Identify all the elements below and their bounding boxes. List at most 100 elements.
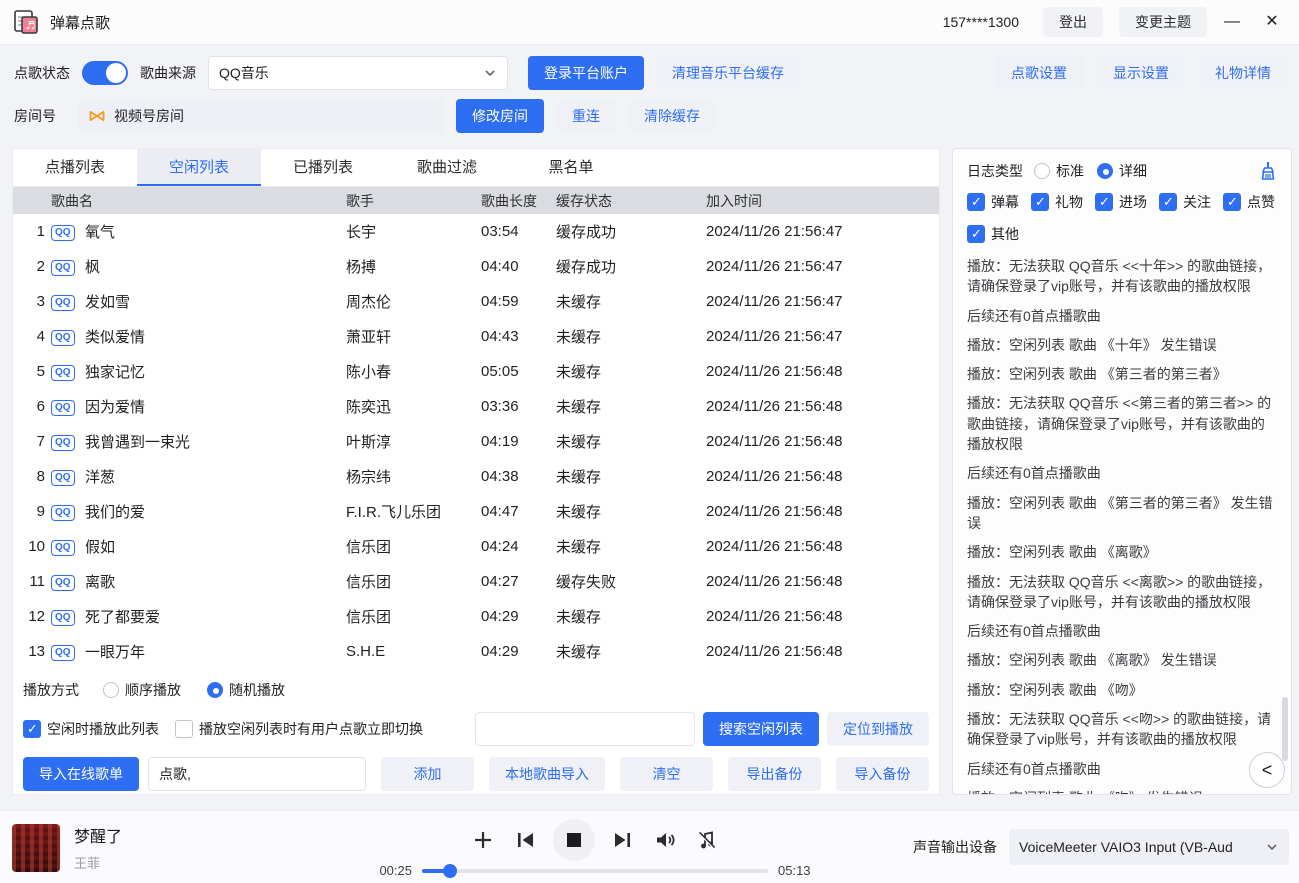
log-filter-item[interactable]: 其他: [967, 224, 1019, 244]
cache-status-cell: 未缓存: [556, 361, 706, 382]
song-source-select[interactable]: QQ音乐: [208, 56, 508, 90]
table-row[interactable]: 6 QQ 因为爱情 陈奕迅 03:36 未缓存 2024/11/26 21:56…: [13, 389, 939, 424]
log-filter-item[interactable]: 弹幕: [967, 192, 1019, 212]
clear-cache-button[interactable]: 清除缓存: [628, 99, 716, 133]
minimize-button[interactable]: —: [1217, 7, 1247, 37]
log-entry: 播放：空闲列表 歌曲 《十年》 发生错误: [967, 335, 1277, 355]
toolbar-row-2: 房间号 视频号房间 修改房间 重连 清除缓存: [14, 99, 1287, 133]
log-filter-item[interactable]: 进场: [1095, 192, 1147, 212]
change-theme-button[interactable]: 变更主题: [1119, 7, 1207, 37]
song-settings-button[interactable]: 点歌设置: [995, 56, 1083, 90]
added-time-cell: 2024/11/26 21:56:48: [706, 398, 939, 415]
room-number-label: 房间号: [14, 106, 56, 126]
clear-log-broom-icon[interactable]: [1259, 161, 1277, 181]
length-cell: 04:47: [481, 503, 556, 520]
log-type-detailed-option[interactable]: 详细: [1097, 161, 1147, 181]
checkbox-unchecked-icon[interactable]: [175, 720, 193, 738]
idle-search-input[interactable]: [475, 712, 695, 746]
search-idle-list-button[interactable]: 搜索空闲列表: [703, 712, 819, 746]
qq-music-badge-icon: QQ: [51, 225, 75, 241]
tab-idle-list[interactable]: 空闲列表: [137, 149, 261, 186]
checkbox-checked-icon[interactable]: [1031, 193, 1049, 211]
progress-track[interactable]: [422, 869, 768, 873]
checkbox-checked-icon[interactable]: [23, 720, 41, 738]
gift-details-button[interactable]: 礼物详情: [1199, 56, 1287, 90]
previous-track-icon[interactable]: [511, 826, 539, 854]
song-name-cell: 氧气: [85, 221, 346, 242]
table-row[interactable]: 12 QQ 死了都要爱 信乐团 04:29 未缓存 2024/11/26 21:…: [13, 599, 939, 634]
artist-cell: 信乐团: [346, 606, 481, 627]
logout-button[interactable]: 登出: [1043, 7, 1103, 37]
checkbox-checked-icon[interactable]: [1159, 193, 1177, 211]
log-filter-item[interactable]: 礼物: [1031, 192, 1083, 212]
log-type-standard-option[interactable]: 标准: [1034, 161, 1084, 181]
checkbox-checked-icon[interactable]: [967, 193, 985, 211]
log-scrollbar-thumb[interactable]: [1282, 697, 1288, 761]
progress-thumb[interactable]: [443, 864, 457, 878]
play-mode-label: 播放方式: [23, 680, 79, 700]
tab-blacklist[interactable]: 黑名单: [509, 149, 633, 186]
table-row[interactable]: 11 QQ 离歌 信乐团 04:27 缓存失败 2024/11/26 21:56…: [13, 564, 939, 599]
song-status-toggle[interactable]: [82, 61, 128, 85]
locate-playing-button[interactable]: 定位到播放: [827, 712, 929, 746]
checkbox-checked-icon[interactable]: [1095, 193, 1113, 211]
table-row[interactable]: 9 QQ 我们的爱 F.I.R.飞儿乐团 04:47 未缓存 2024/11/2…: [13, 494, 939, 529]
song-name-cell: 类似爱情: [85, 326, 346, 347]
add-song-icon[interactable]: [469, 826, 497, 854]
checkbox-checked-icon[interactable]: [1223, 193, 1241, 211]
close-button[interactable]: ✕: [1257, 7, 1287, 37]
table-row[interactable]: 1 QQ 氧气 长宇 03:54 缓存成功 2024/11/26 21:56:4…: [13, 214, 939, 249]
log-filter-item[interactable]: 点赞: [1223, 192, 1275, 212]
add-song-input[interactable]: [148, 757, 366, 791]
log-filter-item[interactable]: 关注: [1159, 192, 1211, 212]
tab-song-filter[interactable]: 歌曲过滤: [385, 149, 509, 186]
added-time-cell: 2024/11/26 21:56:48: [706, 643, 939, 660]
desktop-lyrics-off-icon[interactable]: [693, 826, 721, 854]
table-row[interactable]: 4 QQ 类似爱情 萧亚轩 04:43 未缓存 2024/11/26 21:56…: [13, 319, 939, 354]
current-time: 00:25: [372, 863, 412, 878]
random-play-option[interactable]: 随机播放: [207, 680, 285, 700]
radio-icon[interactable]: [1034, 163, 1050, 179]
add-button[interactable]: 添加: [381, 757, 474, 791]
checkbox-checked-icon[interactable]: [967, 225, 985, 243]
added-time-cell: 2024/11/26 21:56:48: [706, 503, 939, 520]
artist-cell: 周杰伦: [346, 291, 481, 312]
clear-list-button[interactable]: 清空: [620, 757, 713, 791]
room-input-value: 视频号房间: [114, 106, 184, 126]
toggle-knob: [106, 63, 126, 83]
table-row[interactable]: 5 QQ 独家记忆 陈小春 05:05 未缓存 2024/11/26 21:56…: [13, 354, 939, 389]
volume-icon[interactable]: [651, 826, 679, 854]
added-time-cell: 2024/11/26 21:56:48: [706, 363, 939, 380]
modify-room-button[interactable]: 修改房间: [456, 99, 544, 133]
import-online-playlist-button[interactable]: 导入在线歌单: [23, 757, 139, 791]
tab-played-list[interactable]: 已播列表: [261, 149, 385, 186]
room-input[interactable]: 视频号房间: [78, 99, 444, 133]
audio-output-value: VoiceMeeter VAIO3 Input (VB-Aud: [1019, 839, 1265, 855]
next-track-icon[interactable]: [609, 826, 637, 854]
tab-request-list[interactable]: 点播列表: [13, 149, 137, 186]
audio-output-select[interactable]: VoiceMeeter VAIO3 Input (VB-Aud: [1009, 829, 1289, 865]
radio-icon[interactable]: [103, 682, 119, 698]
table-row[interactable]: 8 QQ 洋葱 杨宗纬 04:38 未缓存 2024/11/26 21:56:4…: [13, 459, 939, 494]
log-entry: 后续还有0首点播歌曲: [967, 306, 1277, 326]
sequential-play-option[interactable]: 顺序播放: [103, 680, 181, 700]
table-row[interactable]: 13 QQ 一眼万年 S.H.E 04:29 未缓存 2024/11/26 21…: [13, 634, 939, 669]
reconnect-button[interactable]: 重连: [556, 99, 616, 133]
table-row[interactable]: 3 QQ 发如雪 周杰伦 04:59 未缓存 2024/11/26 21:56:…: [13, 284, 939, 319]
collapse-log-button[interactable]: <: [1249, 752, 1285, 788]
export-backup-button[interactable]: 导出备份: [728, 757, 821, 791]
clean-platform-cache-button[interactable]: 清理音乐平台缓存: [656, 56, 800, 90]
radio-selected-icon[interactable]: [1097, 163, 1113, 179]
display-settings-button[interactable]: 显示设置: [1097, 56, 1185, 90]
login-platform-button[interactable]: 登录平台账户: [528, 56, 644, 90]
local-import-button[interactable]: 本地歌曲导入: [489, 757, 605, 791]
table-row[interactable]: 2 QQ 枫 杨搏 04:40 缓存成功 2024/11/26 21:56:47: [13, 249, 939, 284]
switch-on-request-checkbox-item[interactable]: 播放空闲列表时有用户点歌立即切换: [175, 719, 423, 739]
table-row[interactable]: 10 QQ 假如 信乐团 04:24 未缓存 2024/11/26 21:56:…: [13, 529, 939, 564]
idle-play-checkbox-item[interactable]: 空闲时播放此列表: [23, 719, 159, 739]
radio-selected-icon[interactable]: [207, 682, 223, 698]
import-backup-button[interactable]: 导入备份: [836, 757, 929, 791]
table-row[interactable]: 7 QQ 我曾遇到一束光 叶斯淳 04:19 未缓存 2024/11/26 21…: [13, 424, 939, 459]
source-badge-cell: QQ: [51, 537, 85, 556]
stop-icon[interactable]: [553, 819, 595, 861]
